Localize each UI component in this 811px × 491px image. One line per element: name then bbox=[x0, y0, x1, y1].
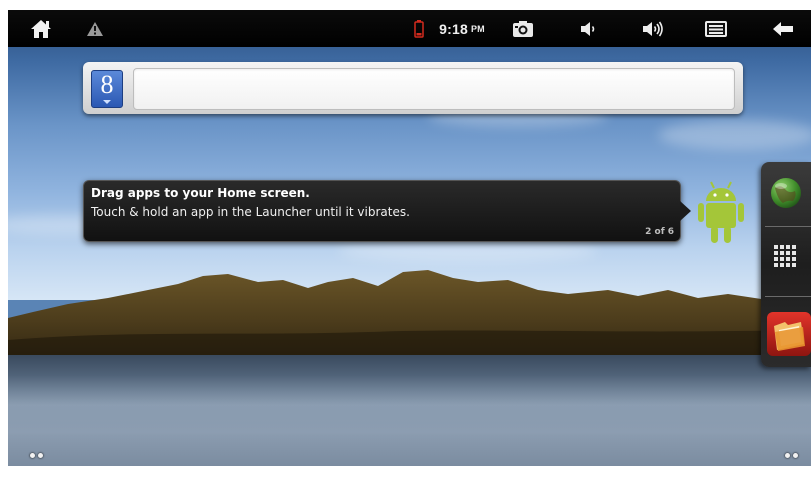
menu-icon[interactable] bbox=[701, 10, 731, 47]
google-search-button[interactable]: 8 bbox=[91, 70, 123, 108]
wallpaper-cloud bbox=[338, 240, 598, 262]
tip-page-indicator: 2 of 6 bbox=[645, 227, 674, 237]
battery-low-icon bbox=[411, 10, 427, 47]
google-search-widget: 8 bbox=[83, 62, 743, 114]
status-bar: 9:18 PM bbox=[8, 10, 811, 47]
clock-ampm: PM bbox=[470, 23, 485, 34]
wallpaper-cloud bbox=[658, 120, 811, 150]
browser-globe-icon[interactable] bbox=[769, 176, 803, 210]
dock-divider bbox=[765, 226, 811, 227]
screenshot-icon[interactable] bbox=[508, 10, 538, 47]
google-logo-icon: 8 bbox=[100, 70, 114, 99]
left-page-dots[interactable] bbox=[30, 453, 43, 458]
right-dock bbox=[761, 162, 811, 367]
dock-divider bbox=[765, 296, 811, 297]
home-screen: 9:18 PM 8 Drag apps to your Home screen.… bbox=[8, 10, 811, 466]
clock-time: 9:18 bbox=[439, 20, 468, 37]
app-launcher-grid-icon[interactable] bbox=[773, 244, 799, 270]
chevron-down-icon bbox=[103, 100, 111, 104]
tip-title: Drag apps to your Home screen. bbox=[91, 186, 310, 200]
volume-down-icon[interactable] bbox=[576, 10, 602, 47]
wallpaper-water-shine bbox=[8, 375, 811, 435]
warning-icon[interactable] bbox=[82, 10, 108, 47]
tip-body: Touch & hold an app in the Launcher unti… bbox=[91, 205, 410, 219]
launcher-tip-bubble[interactable]: Drag apps to your Home screen. Touch & h… bbox=[83, 180, 691, 242]
right-page-dots[interactable] bbox=[785, 453, 798, 458]
gallery-folder-icon[interactable] bbox=[765, 310, 811, 358]
android-robot-icon bbox=[696, 180, 746, 246]
volume-up-icon[interactable] bbox=[638, 10, 668, 47]
back-icon[interactable] bbox=[768, 10, 798, 47]
search-input[interactable] bbox=[133, 68, 735, 110]
home-icon[interactable] bbox=[26, 10, 56, 47]
clock: 9:18 PM bbox=[434, 10, 490, 47]
device-screen: 9:18 PM 8 Drag apps to your Home screen.… bbox=[0, 0, 811, 491]
